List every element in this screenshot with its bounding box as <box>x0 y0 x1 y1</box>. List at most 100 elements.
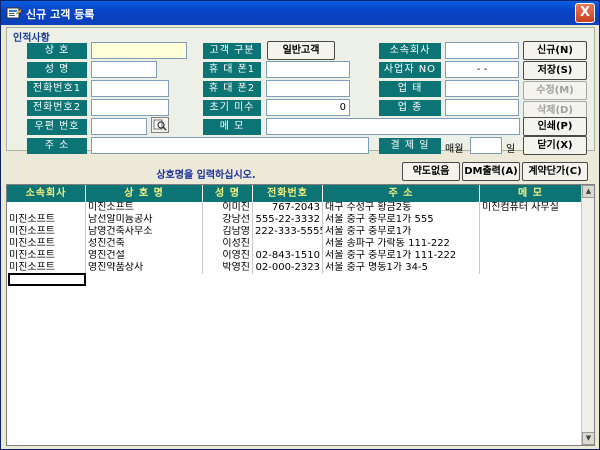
cell-company[interactable]: 남영건축사무소 <box>86 226 203 238</box>
no-map-button[interactable]: 약도없음 <box>402 162 460 181</box>
vertical-scrollbar[interactable]: ▲ ▼ <box>581 185 594 445</box>
cell-phone[interactable]: 222-333-5555 <box>253 226 323 238</box>
business-item-input[interactable] <box>445 99 519 116</box>
scroll-down-icon[interactable]: ▼ <box>582 432 594 445</box>
payment-prefix: 매월 <box>445 144 464 155</box>
new-button[interactable]: 신규(N) <box>523 41 587 60</box>
address-label: 주 소 <box>27 138 87 154</box>
zip-label: 우편 번호 <box>27 119 87 135</box>
col-phone[interactable]: 전화번호 <box>253 185 323 202</box>
phone1-input[interactable] <box>91 80 169 97</box>
initial-unpaid-label: 초기 미수 <box>203 100 261 116</box>
col-memo[interactable]: 메 모 <box>480 185 582 202</box>
col-company[interactable]: 상 호 명 <box>86 185 203 202</box>
title-bar[interactable]: 신규 고객 등록 X <box>1 1 599 25</box>
cell-phone[interactable] <box>253 238 323 250</box>
cell-company[interactable]: 영진건설 <box>86 250 203 262</box>
selected-cell[interactable] <box>8 273 86 286</box>
cell-memo[interactable]: 미진컴퓨터 사무실 <box>480 202 582 214</box>
cell-phone[interactable]: 767-2043 <box>253 202 323 214</box>
cell-address[interactable]: 서울 중구 충무로1가 555 <box>323 214 480 226</box>
customer-grid[interactable]: 소속회사 상 호 명 성 명 전화번호 주 소 메 모 미진소프트 이미진 767-… <box>6 184 595 446</box>
window-title: 신규 고객 등록 <box>26 8 95 21</box>
cell-memo[interactable] <box>480 262 582 274</box>
print-button[interactable]: 인쇄(P) <box>523 117 587 136</box>
customer-type-button[interactable]: 일반고객 <box>267 41 335 60</box>
business-type-label: 업 태 <box>379 81 441 97</box>
memo-label: 메 모 <box>203 119 261 135</box>
cell-memo[interactable] <box>480 226 582 238</box>
save-button[interactable]: 저장(S) <box>523 61 587 80</box>
close-icon: X <box>579 5 591 20</box>
address-input[interactable] <box>91 137 369 154</box>
grid-header: 소속회사 상 호 명 성 명 전화번호 주 소 메 모 <box>7 185 582 202</box>
business-no-input[interactable]: - - <box>445 61 519 78</box>
cell-memo[interactable] <box>480 250 582 262</box>
cell-affiliate[interactable]: 미진소프트 <box>7 238 86 250</box>
table-row[interactable]: 미진소프트 성진건축 이성진 서울 송파구 가락동 111-222 <box>7 238 582 250</box>
cell-company[interactable]: 영진약품상사 <box>86 262 203 274</box>
cell-name[interactable]: 이성진 <box>203 238 253 250</box>
payment-day-label: 결 제 일 <box>379 138 441 154</box>
cell-name[interactable]: 이영진 <box>203 250 253 262</box>
customer-type-label: 고객 구분 <box>203 43 261 59</box>
table-row[interactable]: 미진소프트 남선알미늄공사 강남선 555-22-3332 서울 중구 충무로1가 55… <box>7 214 582 226</box>
table-row[interactable]: 미진소프트 남영건축사무소 김남영 222-333-5555 서울 중구 충무로1가 <box>7 226 582 238</box>
status-message: 상호명을 입력하십시오. <box>156 170 256 181</box>
col-address[interactable]: 주 소 <box>323 185 480 202</box>
table-row[interactable]: 미진소프트 영진약품상사 박영진 02-000-2323 서울 중구 명동1가 34-5 <box>7 262 582 274</box>
cell-memo[interactable] <box>480 214 582 226</box>
cell-address[interactable]: 서울 송파구 가락동 111-222 <box>323 238 480 250</box>
initial-unpaid-input[interactable]: 0 <box>266 99 350 116</box>
business-item-label: 업 종 <box>379 100 441 116</box>
cell-memo[interactable] <box>480 238 582 250</box>
cell-address[interactable]: 대구 수성구 황금2동 <box>323 202 480 214</box>
personal-info-panel: 인적사항 상 호 성 명 전화번호1 전화번호2 우편 번호 주 소 고객 구분… <box>6 27 595 155</box>
cell-affiliate[interactable] <box>7 202 86 214</box>
name-input[interactable] <box>91 61 157 78</box>
cell-company[interactable]: 미진소프트 <box>86 202 203 214</box>
memo-input[interactable] <box>266 118 520 135</box>
scroll-up-icon[interactable]: ▲ <box>582 185 594 198</box>
contract-price-button[interactable]: 계약단가(C) <box>522 162 588 181</box>
mobile2-label: 휴 대 폰2 <box>203 81 261 97</box>
cell-phone[interactable]: 555-22-3332 <box>253 214 323 226</box>
cell-company[interactable]: 성진건축 <box>86 238 203 250</box>
cell-phone[interactable]: 02-843-1510 <box>253 250 323 262</box>
col-name[interactable]: 성 명 <box>203 185 253 202</box>
business-no-label: 사업자 NO <box>379 62 441 78</box>
zip-input[interactable] <box>91 118 147 135</box>
zip-search-icon[interactable] <box>151 117 169 133</box>
mobile2-input[interactable] <box>266 80 350 97</box>
mobile1-input[interactable] <box>266 61 350 78</box>
cell-name[interactable]: 김남영 <box>203 226 253 238</box>
cell-company[interactable]: 남선알미늄공사 <box>86 214 203 226</box>
table-row[interactable]: 미진소프트 영진건설 이영진 02-843-1510 서울 중구 충무로1가 111-2… <box>7 250 582 262</box>
cell-name[interactable]: 박영진 <box>203 262 253 274</box>
phone2-input[interactable] <box>91 99 169 116</box>
close-button[interactable]: 닫기(X) <box>523 136 587 155</box>
affiliate-input[interactable] <box>445 42 519 59</box>
business-type-input[interactable] <box>445 80 519 97</box>
payment-suffix: 일 <box>506 144 516 155</box>
cell-affiliate[interactable]: 미진소프트 <box>7 226 86 238</box>
col-affiliate[interactable]: 소속회사 <box>7 185 86 202</box>
cell-name[interactable]: 이미진 <box>203 202 253 214</box>
phone2-label: 전화번호2 <box>27 100 87 116</box>
cell-name[interactable]: 강남선 <box>203 214 253 226</box>
dm-print-button[interactable]: DM출력(A) <box>462 162 520 181</box>
table-row[interactable]: 미진소프트 이미진 767-2043 대구 수성구 황금2동 미진컴퓨터 사무실 <box>7 202 582 214</box>
company-input[interactable] <box>91 42 187 59</box>
close-window-button[interactable]: X <box>575 3 595 23</box>
cell-affiliate[interactable]: 미진소프트 <box>7 214 86 226</box>
mobile1-label: 휴 대 폰1 <box>203 62 261 78</box>
status-toolbar-row: 상호명을 입력하십시오. 약도없음 DM출력(A) 계약단가(C) <box>6 162 595 182</box>
cell-affiliate[interactable]: 미진소프트 <box>7 250 86 262</box>
cell-address[interactable]: 서울 중구 충무로1가 111-222 <box>323 250 480 262</box>
cell-address[interactable]: 서울 중구 충무로1가 <box>323 226 480 238</box>
cell-address[interactable]: 서울 중구 명동1가 34-5 <box>323 262 480 274</box>
edit-button[interactable]: 수정(M) <box>523 81 587 100</box>
cell-phone[interactable]: 02-000-2323 <box>253 262 323 274</box>
app-icon <box>6 7 22 19</box>
payment-day-input[interactable] <box>470 137 502 154</box>
